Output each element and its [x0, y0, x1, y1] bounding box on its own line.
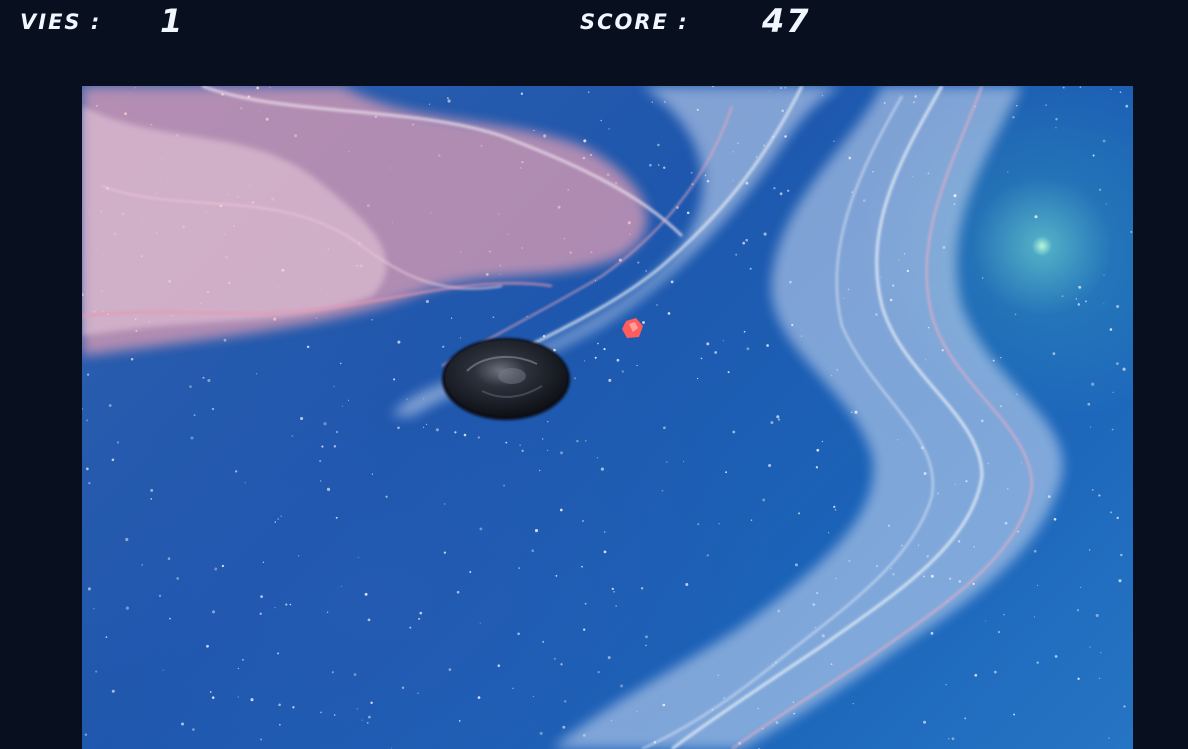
lives-label: VIES : [20, 10, 102, 34]
space-scene [82, 86, 1133, 749]
score-label: SCORE : [580, 10, 689, 34]
projectile-icon [622, 318, 643, 338]
game-viewport[interactable] [82, 86, 1133, 749]
lives-value: 1 [160, 2, 185, 40]
nebula-cloud-left [82, 86, 684, 356]
score-value: 47 [762, 2, 811, 40]
asteroid-icon [442, 338, 570, 420]
hud-bar: VIES : 1 SCORE : 47 [0, 0, 1188, 86]
